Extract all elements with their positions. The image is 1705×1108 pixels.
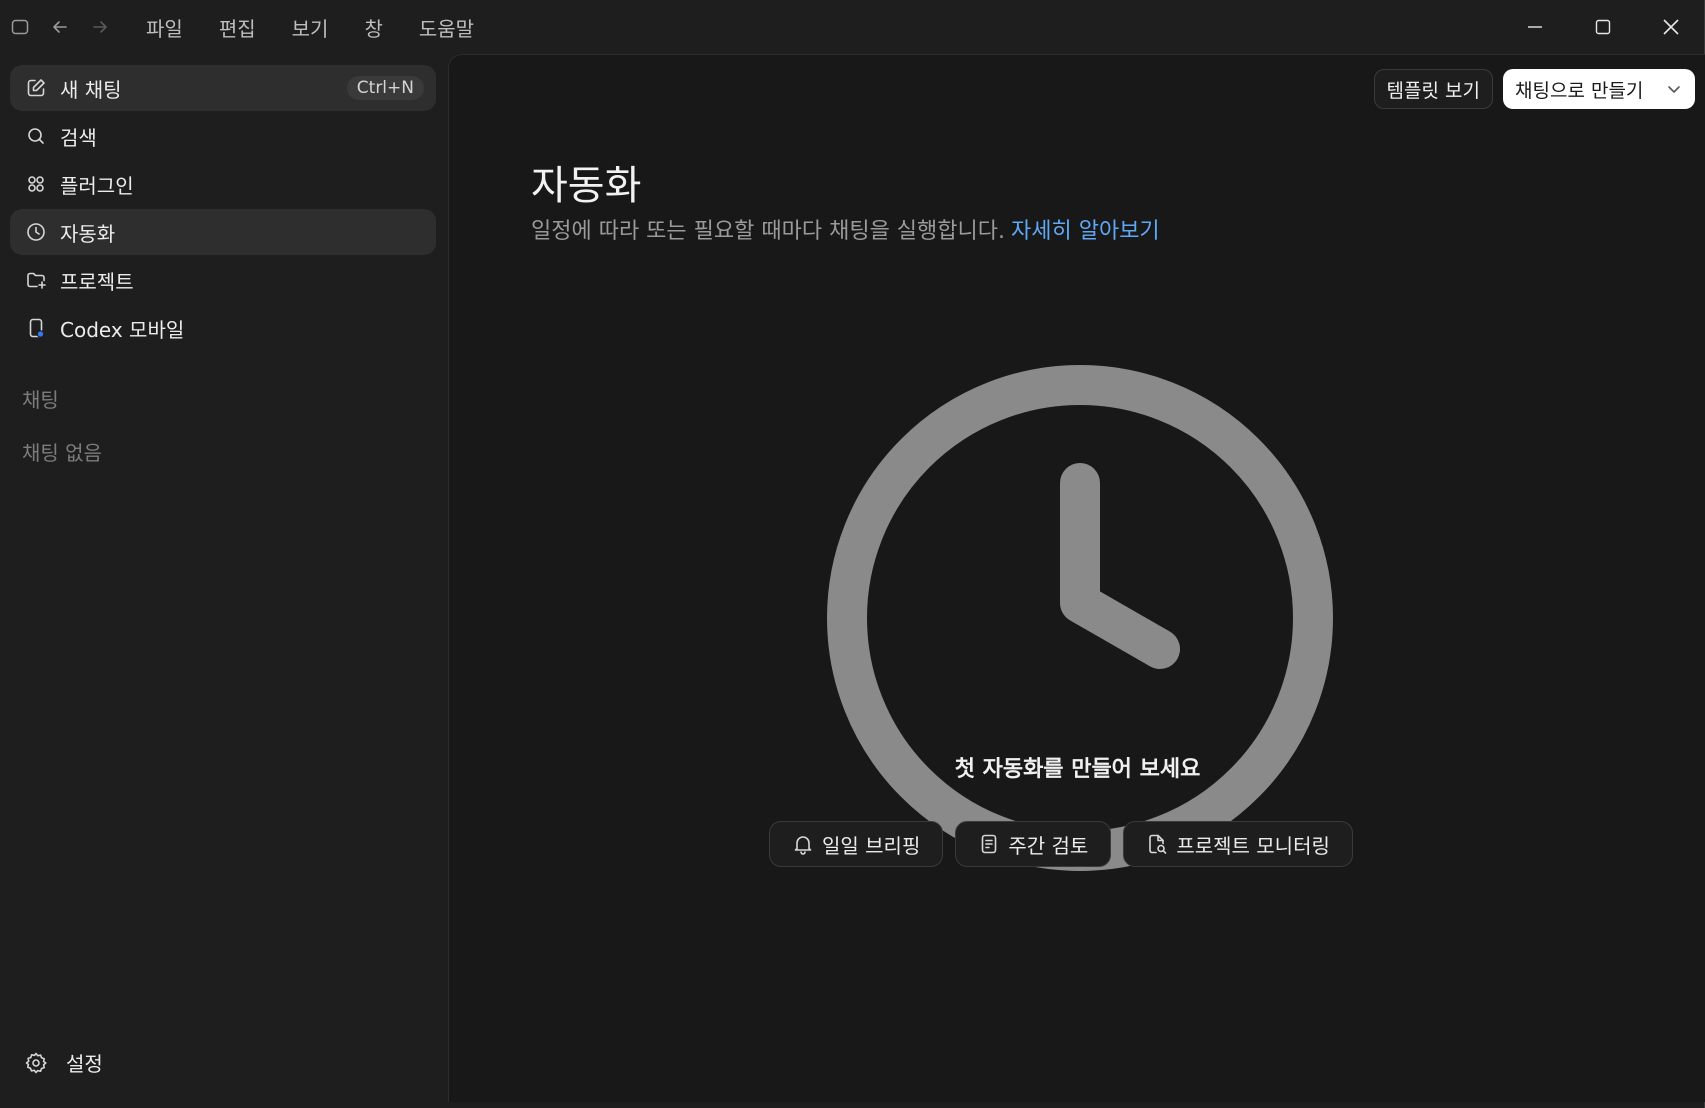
- title-bar: 파일 편집 보기 창 도움말: [0, 0, 1705, 54]
- sidebar-item-search[interactable]: 검색: [10, 113, 436, 159]
- sidebar-item-automation[interactable]: 자동화: [10, 209, 436, 255]
- minimize-button[interactable]: [1501, 0, 1569, 54]
- clock-icon: [24, 220, 48, 244]
- close-button[interactable]: [1637, 0, 1705, 54]
- project-monitoring-chip[interactable]: 프로젝트 모니터링: [1123, 821, 1353, 867]
- no-chats-text: 채팅 없음: [22, 441, 102, 465]
- sidebar-item-projects[interactable]: 프로젝트: [10, 257, 436, 303]
- learn-more-link[interactable]: 자세히 알아보기: [1011, 219, 1160, 244]
- sidebar-toggle-icon[interactable]: [6, 13, 34, 41]
- file-search-icon: [1149, 834, 1167, 854]
- folder-add-icon: [24, 268, 48, 292]
- app-window: 파일 편집 보기 창 도움말 새 채팅 Ctrl+N 검색 플러그인 자동화 프…: [0, 0, 1705, 1108]
- weekly-review-chip[interactable]: 주간 검토: [955, 821, 1112, 867]
- settings-button[interactable]: 설정: [24, 1048, 103, 1077]
- gear-icon: [24, 1051, 48, 1075]
- menu-file[interactable]: 파일: [136, 13, 201, 42]
- menu-window[interactable]: 창: [346, 13, 400, 42]
- sidebar-item-label: 플러그인: [60, 173, 134, 198]
- sidebar-item-new-chat[interactable]: 새 채팅 Ctrl+N: [10, 65, 436, 111]
- grid-icon: [24, 172, 48, 196]
- maximize-button[interactable]: [1569, 0, 1637, 54]
- menu-help[interactable]: 도움말: [401, 13, 492, 42]
- sidebar-item-label: 프로젝트: [60, 269, 134, 294]
- chip-label: 주간 검토: [1008, 833, 1089, 858]
- sidebar-item-label: 새 채팅: [60, 77, 122, 102]
- template-chip-row: 일일 브리핑 주간 검토 프로젝트 모니터링: [769, 821, 1353, 867]
- menu-view[interactable]: 보기: [274, 13, 347, 42]
- clock-illustration-icon: [827, 365, 1333, 871]
- sidebar-item-label: 검색: [60, 125, 97, 150]
- shortcut-badge: Ctrl+N: [346, 76, 424, 100]
- document-icon: [982, 834, 997, 854]
- forward-arrow-icon[interactable]: [86, 13, 114, 41]
- sidebar-item-codex-mobile[interactable]: Codex 모바일: [10, 305, 436, 351]
- chip-label: 일일 브리핑: [822, 833, 921, 858]
- maximize-icon: [1595, 19, 1611, 35]
- create-via-chat-button[interactable]: 채팅으로 만들기: [1503, 69, 1695, 109]
- page-subtitle: 일정에 따라 또는 필요할 때마다 채팅을 실행합니다. 자세히 알아보기: [531, 213, 1160, 245]
- menu-edit[interactable]: 편집: [201, 13, 274, 42]
- chevron-down-icon: [1668, 86, 1680, 94]
- sidebar-item-label: Codex 모바일: [60, 317, 185, 342]
- chats-section-title: 채팅: [22, 388, 59, 412]
- back-arrow-icon[interactable]: [46, 13, 74, 41]
- sidebar-item-label: 자동화: [60, 221, 116, 246]
- view-templates-button[interactable]: 템플릿 보기: [1373, 69, 1493, 109]
- sidebar: 새 채팅 Ctrl+N 검색 플러그인 자동화 프로젝트 Codex 모바일 채…: [0, 54, 448, 1108]
- mobile-icon: [24, 316, 48, 340]
- bell-icon: [794, 836, 812, 855]
- search-icon: [24, 124, 48, 148]
- close-icon: [1663, 19, 1679, 35]
- empty-state-title: 첫 자동화를 만들어 보세요: [954, 757, 1201, 782]
- create-via-chat-label: 채팅으로 만들기: [1515, 79, 1644, 102]
- minimize-icon: [1528, 26, 1542, 28]
- daily-briefing-chip[interactable]: 일일 브리핑: [769, 821, 944, 867]
- page-subtitle-text: 일정에 따라 또는 필요할 때마다 채팅을 실행합니다.: [531, 219, 1005, 244]
- menu-bar: 파일 편집 보기 창 도움말: [136, 13, 492, 42]
- sidebar-item-plugins[interactable]: 플러그인: [10, 161, 436, 207]
- settings-label: 설정: [66, 1052, 103, 1076]
- main-panel: 템플릿 보기 채팅으로 만들기 자동화 일정에 따라 또는 필요할 때마다 채팅…: [448, 54, 1705, 1102]
- chip-label: 프로젝트 모니터링: [1176, 833, 1330, 858]
- page-title: 자동화: [531, 163, 642, 209]
- edit-icon: [24, 76, 48, 100]
